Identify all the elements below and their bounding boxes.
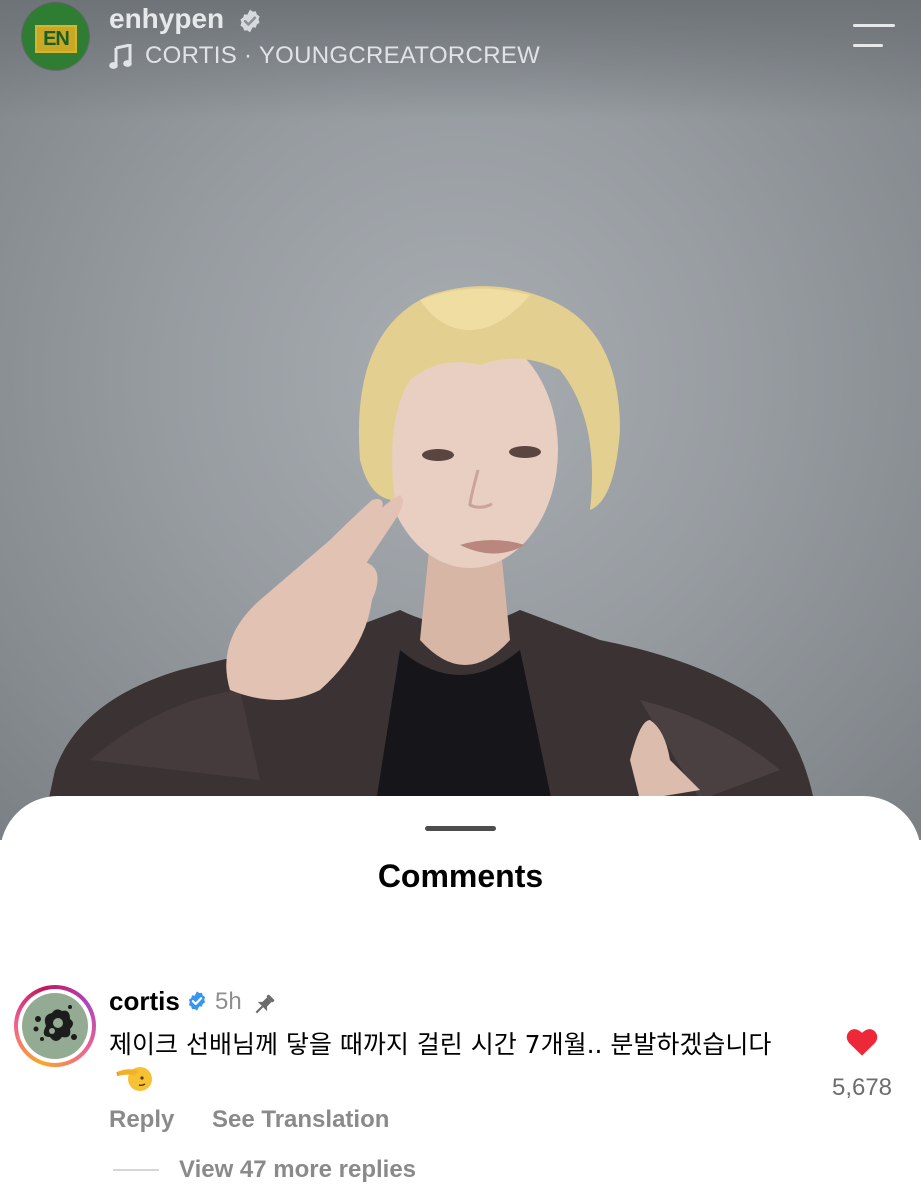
comments-sheet: Comments cortis 5h 제이크 선배님께 닿을 때까지 걸린 시간… — [0, 796, 921, 1200]
commenter-avatar[interactable] — [14, 985, 96, 1067]
view-more-replies-button[interactable]: View 47 more replies — [179, 1156, 416, 1184]
replies-divider — [113, 1169, 159, 1171]
account-avatar[interactable]: EN — [22, 3, 89, 70]
comments-title: Comments — [377, 858, 544, 894]
comment-body: 제이크 선배님께 닿을 때까지 걸린 시간 7개월.. 분발하겠습니다 — [109, 1030, 772, 1059]
account-name[interactable]: enhypen — [109, 3, 224, 35]
see-translation-button[interactable]: See Translation — [212, 1106, 389, 1134]
reel-video[interactable]: EN enhypen CORTIS · YOUNGCREATORCREW — [0, 0, 921, 840]
verified-badge-icon — [240, 9, 260, 33]
sheet-drag-handle[interactable] — [425, 826, 496, 831]
audio-label[interactable]: CORTIS · YOUNGCREATORCREW — [145, 42, 540, 70]
video-frame-person — [40, 286, 820, 840]
reel-screen: EN enhypen CORTIS · YOUNGCREATORCREW Com… — [0, 0, 921, 1200]
pin-icon — [255, 994, 275, 1014]
reply-button[interactable]: Reply — [109, 1106, 174, 1134]
salute-emoji-icon — [115, 1063, 153, 1102]
comment-text: 제이크 선배님께 닿을 때까지 걸린 시간 7개월.. 분발하겠습니다 — [109, 1028, 799, 1102]
enhypen-logo: EN — [35, 25, 77, 53]
comment-timestamp: 5h — [215, 988, 242, 1015]
comment-username[interactable]: cortis — [109, 986, 180, 1017]
music-note-icon — [109, 44, 132, 69]
like-count: 5,678 — [831, 1074, 893, 1101]
cortis-logo — [22, 993, 88, 1059]
verified-badge-icon — [188, 991, 206, 1011]
heart-icon[interactable] — [845, 1027, 879, 1057]
menu-icon[interactable] — [853, 24, 897, 48]
